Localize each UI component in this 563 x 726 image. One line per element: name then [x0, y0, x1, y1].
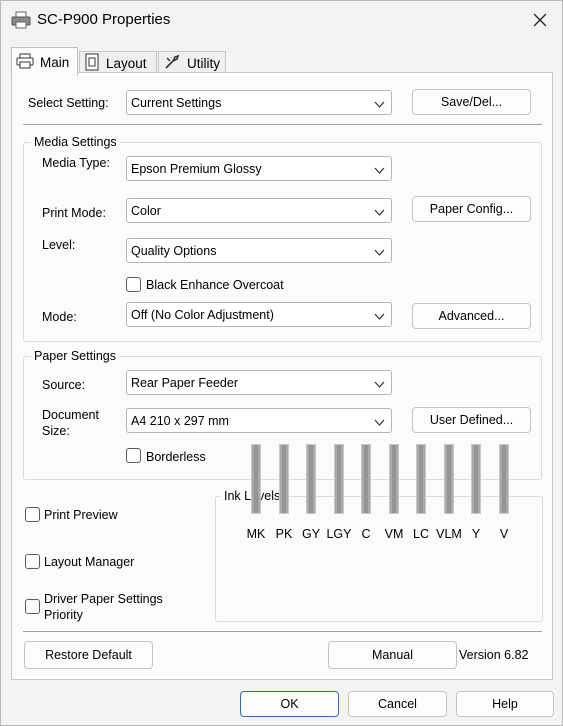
layout-manager-checkbox[interactable]: [25, 554, 40, 569]
print-preview-checkbox[interactable]: [25, 507, 40, 522]
close-icon: [533, 13, 547, 30]
select-setting-dropdown[interactable]: Current Settings: [126, 90, 392, 115]
window-title: SC-P900 Properties: [37, 11, 171, 28]
ink-fill: [392, 445, 396, 513]
borderless-checkbox[interactable]: [126, 448, 141, 463]
source-value: Rear Paper Feeder: [131, 375, 239, 390]
paper-config-button[interactable]: Paper Config...: [412, 196, 531, 222]
media-type-label: Media Type:: [42, 156, 110, 170]
print-mode-dropdown[interactable]: Color: [126, 198, 392, 223]
ink-fill: [474, 445, 478, 513]
ink-label: V: [499, 527, 509, 541]
ink-label: VLM: [436, 527, 462, 541]
properties-window: SC-P900 Properties Main Layout Utility S…: [0, 0, 563, 726]
chevron-down-icon: [374, 416, 385, 426]
level-value: Quality Options: [131, 243, 217, 258]
ink-fill: [419, 445, 423, 513]
version-text: Version 6.82: [459, 648, 529, 662]
ink-fill: [282, 445, 286, 513]
ink-label: LC: [413, 527, 429, 541]
media-type-dropdown[interactable]: Epson Premium Glossy: [126, 156, 392, 181]
media-settings-title: Media Settings: [31, 135, 120, 149]
help-button[interactable]: Help: [456, 691, 554, 717]
layout-manager-label: Layout Manager: [44, 555, 135, 569]
ink-label: GY: [301, 527, 321, 541]
mode-value: Off (No Color Adjustment): [131, 307, 274, 322]
ink-gauge-vlm: [444, 444, 454, 514]
borderless-label: Borderless: [146, 450, 206, 464]
divider: [23, 631, 542, 632]
tab-main[interactable]: Main: [11, 47, 78, 76]
source-label: Source:: [42, 378, 86, 392]
ink-levels-group: [215, 496, 543, 622]
ink-gauge-y: [471, 444, 481, 514]
ink-gauge-pk: [279, 444, 289, 514]
ink-label: VM: [384, 527, 404, 541]
print-preview-label: Print Preview: [44, 508, 118, 522]
level-dropdown[interactable]: Quality Options: [126, 238, 392, 263]
select-setting-value: Current Settings: [131, 95, 222, 110]
mode-dropdown[interactable]: Off (No Color Adjustment): [126, 302, 392, 327]
paper-settings-title: Paper Settings: [31, 349, 119, 363]
source-dropdown[interactable]: Rear Paper Feeder: [126, 370, 392, 395]
tab-label: Main: [40, 54, 70, 70]
chevron-down-icon: [374, 98, 385, 108]
ink-fill: [254, 445, 258, 513]
media-type-value: Epson Premium Glossy: [131, 161, 262, 176]
ink-label: Y: [471, 527, 481, 541]
ink-gauge-lgy: [334, 444, 344, 514]
mode-label: Mode:: [42, 310, 77, 324]
chevron-down-icon: [374, 164, 385, 174]
printer-icon: [11, 11, 31, 29]
document-size-value: A4 210 x 297 mm: [131, 413, 229, 428]
ink-fill: [447, 445, 451, 513]
printer-icon: [16, 53, 34, 72]
restore-default-button[interactable]: Restore Default: [24, 641, 153, 669]
ink-gauge-mk: [251, 444, 261, 514]
user-defined-button[interactable]: User Defined...: [412, 407, 531, 433]
print-mode-label: Print Mode:: [42, 206, 106, 220]
ink-label: C: [361, 527, 371, 541]
tab-label: Utility: [187, 56, 220, 71]
print-mode-value: Color: [131, 203, 161, 218]
ink-gauge-vm: [389, 444, 399, 514]
ink-label: PK: [275, 527, 293, 541]
ok-button[interactable]: OK: [240, 691, 339, 717]
ink-gauge-c: [361, 444, 371, 514]
ink-label: MK: [246, 527, 266, 541]
chevron-down-icon: [374, 246, 385, 256]
chevron-down-icon: [374, 206, 385, 216]
driver-paper-settings-label-2: Priority: [44, 608, 83, 622]
chevron-down-icon: [374, 378, 385, 388]
title-bar: SC-P900 Properties: [1, 1, 562, 41]
black-enhance-overcoat-checkbox[interactable]: [126, 277, 141, 292]
ink-fill: [337, 445, 341, 513]
cancel-button[interactable]: Cancel: [348, 691, 447, 717]
driver-paper-settings-priority-checkbox[interactable]: [25, 599, 40, 614]
ink-gauge-lc: [416, 444, 426, 514]
wrench-icon: [163, 53, 181, 74]
manual-button[interactable]: Manual: [328, 641, 457, 669]
ink-fill: [309, 445, 313, 513]
tab-label: Layout: [106, 56, 147, 71]
document-size-label: Document: [42, 408, 99, 422]
divider: [23, 124, 542, 125]
advanced-button[interactable]: Advanced...: [412, 303, 531, 329]
chevron-down-icon: [374, 310, 385, 320]
ink-fill: [502, 445, 506, 513]
ink-gauge-v: [499, 444, 509, 514]
driver-paper-settings-label: Driver Paper Settings: [44, 592, 163, 606]
save-del-button[interactable]: Save/Del...: [412, 89, 531, 115]
document-size-label-2: Size:: [42, 424, 70, 438]
ink-label: LGY: [326, 527, 352, 541]
ink-fill: [364, 445, 368, 513]
page-layout-icon: [84, 53, 100, 74]
document-size-dropdown[interactable]: A4 210 x 297 mm: [126, 408, 392, 433]
ink-gauge-gy: [306, 444, 316, 514]
black-enhance-overcoat-label: Black Enhance Overcoat: [146, 278, 284, 292]
close-button[interactable]: [518, 1, 562, 41]
select-setting-label: Select Setting:: [28, 96, 109, 110]
level-label: Level:: [42, 238, 76, 252]
